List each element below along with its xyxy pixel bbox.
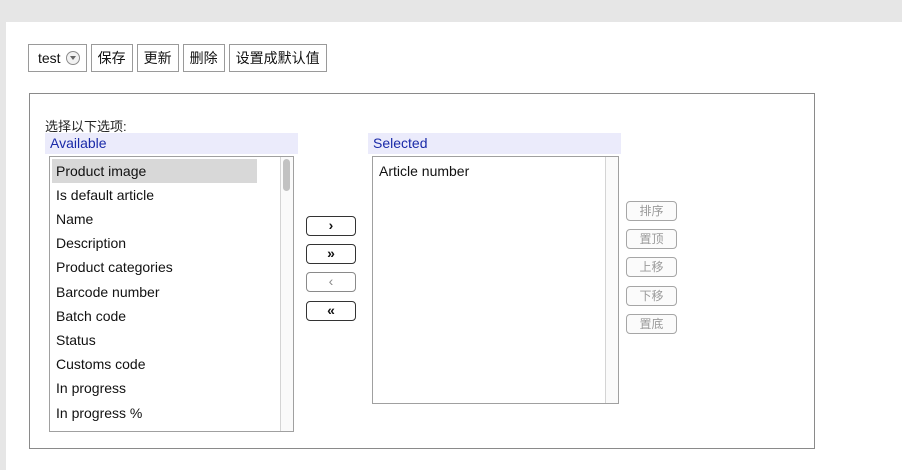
add-all-button[interactable]: »: [306, 244, 356, 264]
list-item[interactable]: Product categories: [52, 255, 257, 279]
list-item[interactable]: Customs code: [52, 352, 257, 376]
list-item[interactable]: Article number: [375, 159, 580, 183]
list-item[interactable]: In progress: [52, 376, 257, 400]
move-down-button[interactable]: 下移: [626, 286, 677, 306]
list-item[interactable]: Name: [52, 207, 257, 231]
list-item[interactable]: Product image: [52, 159, 257, 183]
selected-header: Selected: [368, 133, 621, 154]
list-item[interactable]: Description: [52, 231, 257, 255]
available-scrollbar[interactable]: [280, 157, 293, 431]
sort-button[interactable]: 排序: [626, 201, 677, 221]
scrollbar-thumb[interactable]: [283, 159, 290, 191]
set-default-button[interactable]: 设置成默认值: [228, 44, 327, 72]
top-bar: [0, 0, 902, 22]
save-button[interactable]: 保存: [90, 44, 133, 72]
column-picker-panel: 选择以下选项: Available Selected Product image…: [29, 93, 815, 449]
add-selected-button[interactable]: ›: [306, 216, 356, 236]
list-item[interactable]: Barcode number: [52, 280, 257, 304]
remove-selected-button[interactable]: ‹: [306, 272, 356, 292]
preset-select[interactable]: test: [28, 44, 87, 72]
preset-select-value: test: [38, 50, 61, 66]
page-content: test 保存 更新 删除 设置成默认值 选择以下选项: Available S…: [6, 22, 902, 470]
available-listbox[interactable]: Product image Is default article Name De…: [49, 156, 294, 432]
list-item[interactable]: Is default article: [52, 183, 257, 207]
toolbar: test 保存 更新 删除 设置成默认值: [28, 44, 327, 72]
selected-listbox[interactable]: Article number: [372, 156, 619, 404]
available-header: Available: [45, 133, 298, 154]
selected-scrollbar[interactable]: [605, 157, 618, 403]
list-item[interactable]: In progress %: [52, 401, 257, 425]
move-bottom-button[interactable]: 置底: [626, 314, 677, 334]
chevron-down-icon: [65, 51, 80, 65]
move-up-button[interactable]: 上移: [626, 257, 677, 277]
list-item[interactable]: Batch code: [52, 304, 257, 328]
update-button[interactable]: 更新: [136, 44, 179, 72]
delete-button[interactable]: 删除: [182, 44, 225, 72]
move-top-button[interactable]: 置顶: [626, 229, 677, 249]
list-item[interactable]: Status: [52, 328, 257, 352]
remove-all-button[interactable]: «: [306, 301, 356, 321]
